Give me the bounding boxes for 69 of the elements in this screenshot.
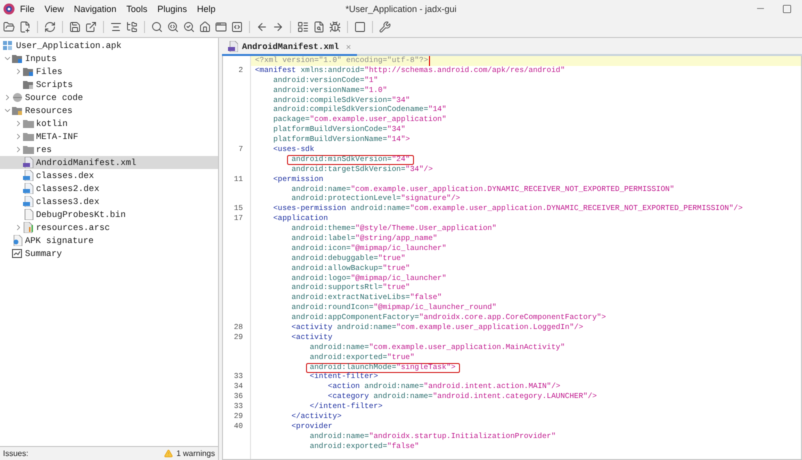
folder-icon bbox=[23, 66, 34, 77]
tree-item[interactable]: classes.dex bbox=[0, 169, 218, 182]
text-cursor bbox=[429, 56, 430, 66]
refresh-icon[interactable] bbox=[44, 21, 56, 33]
folder-open-icon[interactable] bbox=[3, 21, 15, 33]
folder-icon bbox=[23, 118, 34, 129]
package-icon bbox=[12, 92, 23, 103]
tree-item[interactable]: META-INF bbox=[0, 130, 218, 143]
tree-item[interactable]: classes2.dex bbox=[0, 182, 218, 195]
folder-icon bbox=[23, 79, 34, 90]
file-icon bbox=[23, 170, 34, 181]
menu-item[interactable]: Plugins bbox=[152, 4, 192, 14]
export-icon[interactable] bbox=[85, 21, 97, 33]
window-title: *User_Application - jadx-gui bbox=[345, 4, 457, 14]
tree-item[interactable]: Resources bbox=[0, 104, 218, 117]
summary-icon bbox=[12, 248, 23, 259]
chevron-down-icon[interactable] bbox=[2, 54, 12, 63]
tree-item[interactable]: classes3.dex bbox=[0, 195, 218, 208]
tree-item[interactable]: Scripts bbox=[0, 78, 218, 91]
tree-item[interactable]: resources.arsc bbox=[0, 221, 218, 234]
folder-tree-icon[interactable] bbox=[126, 21, 138, 33]
app-logo-icon bbox=[3, 2, 15, 14]
maximize-icon[interactable] bbox=[782, 4, 792, 14]
warning-icon bbox=[164, 449, 174, 458]
search-check-icon[interactable] bbox=[183, 21, 195, 33]
search-icon[interactable] bbox=[151, 21, 163, 33]
tree-item[interactable]: APK signature bbox=[0, 234, 218, 247]
square-icon[interactable] bbox=[354, 21, 366, 33]
menu-item[interactable]: File bbox=[15, 4, 40, 14]
file-icon bbox=[228, 41, 238, 52]
save-icon[interactable] bbox=[69, 21, 81, 33]
home-icon[interactable] bbox=[199, 21, 211, 33]
file-search-icon[interactable] bbox=[313, 21, 325, 33]
folder-icon bbox=[12, 105, 23, 116]
back-icon[interactable] bbox=[256, 21, 268, 33]
window-icon[interactable] bbox=[215, 21, 227, 33]
chevron-down-icon[interactable] bbox=[2, 106, 12, 115]
align-icon[interactable] bbox=[110, 21, 122, 33]
tree-item[interactable]: Summary bbox=[0, 247, 218, 260]
search-code-icon[interactable] bbox=[167, 21, 179, 33]
tree-item[interactable]: DebugProbesKt.bin bbox=[0, 208, 218, 221]
tree-item[interactable]: res bbox=[0, 143, 218, 156]
menu-item[interactable]: Tools bbox=[121, 4, 152, 14]
chart-file-icon bbox=[23, 222, 34, 233]
bug-icon[interactable] bbox=[329, 21, 341, 33]
grid-icon bbox=[3, 40, 14, 51]
menu-item[interactable]: Navigation bbox=[68, 4, 122, 14]
tree-item[interactable]: Files bbox=[0, 65, 218, 78]
file-icon bbox=[23, 196, 34, 207]
forward-icon[interactable] bbox=[272, 21, 284, 33]
code-square-icon[interactable] bbox=[231, 21, 243, 33]
file-icon bbox=[23, 183, 34, 194]
file-icon bbox=[23, 157, 34, 168]
issues-label: Issues: bbox=[3, 449, 28, 458]
menu-item[interactable]: Help bbox=[192, 4, 220, 14]
folder-icon bbox=[12, 53, 23, 64]
tree-item[interactable]: kotlin bbox=[0, 117, 218, 130]
settings-icon[interactable] bbox=[379, 21, 391, 33]
list-icon[interactable] bbox=[297, 21, 309, 33]
tree-item[interactable]: AndroidManifest.xml bbox=[0, 156, 218, 169]
tree-item[interactable]: Inputs bbox=[0, 52, 218, 65]
folder-icon bbox=[23, 131, 34, 142]
file-plus-icon[interactable] bbox=[19, 21, 31, 33]
tree-item[interactable]: User_Application.apk bbox=[0, 39, 218, 52]
menu-item[interactable]: View bbox=[40, 4, 69, 14]
certificate-icon bbox=[12, 235, 23, 246]
warnings-count[interactable]: 1 warnings bbox=[176, 449, 215, 458]
file-icon bbox=[23, 209, 34, 220]
tree-item[interactable]: Source code bbox=[0, 91, 218, 104]
